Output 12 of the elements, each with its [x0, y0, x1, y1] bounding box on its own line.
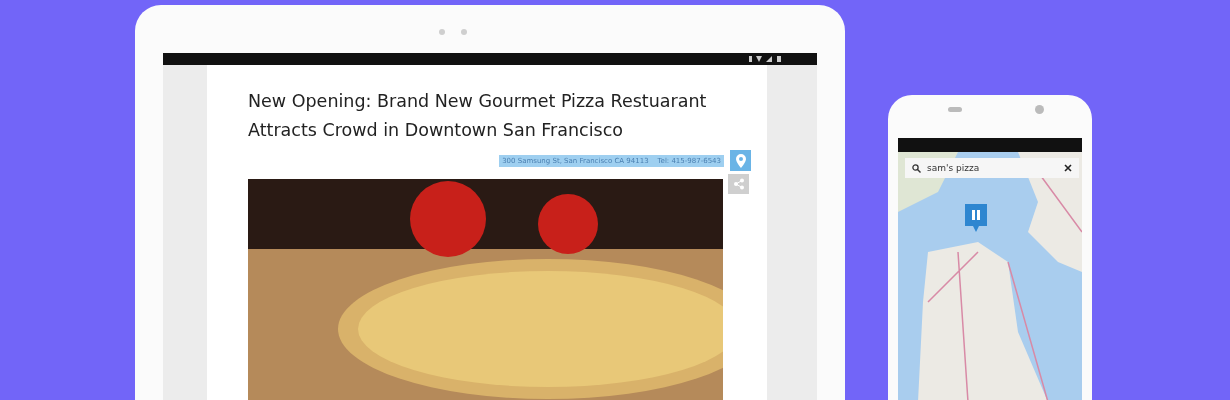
- map-pin-icon: [735, 153, 746, 168]
- search-icon: [912, 163, 921, 173]
- share-icon: [732, 178, 745, 190]
- camera-icon: [1035, 104, 1044, 114]
- map-marker-icon: [965, 204, 987, 232]
- search-field[interactable]: sam's pizza: [905, 158, 1079, 178]
- article-title: New Opening: Brand New Gourmet Pizza Restuarant Attracts Crowd in Downtown San Francisco: [248, 90, 708, 142]
- speaker-icon: [948, 106, 962, 112]
- share-button[interactable]: [728, 174, 749, 194]
- camera-icon: [438, 29, 445, 35]
- close-icon[interactable]: [1064, 164, 1072, 172]
- map-pin-button[interactable]: [730, 150, 751, 171]
